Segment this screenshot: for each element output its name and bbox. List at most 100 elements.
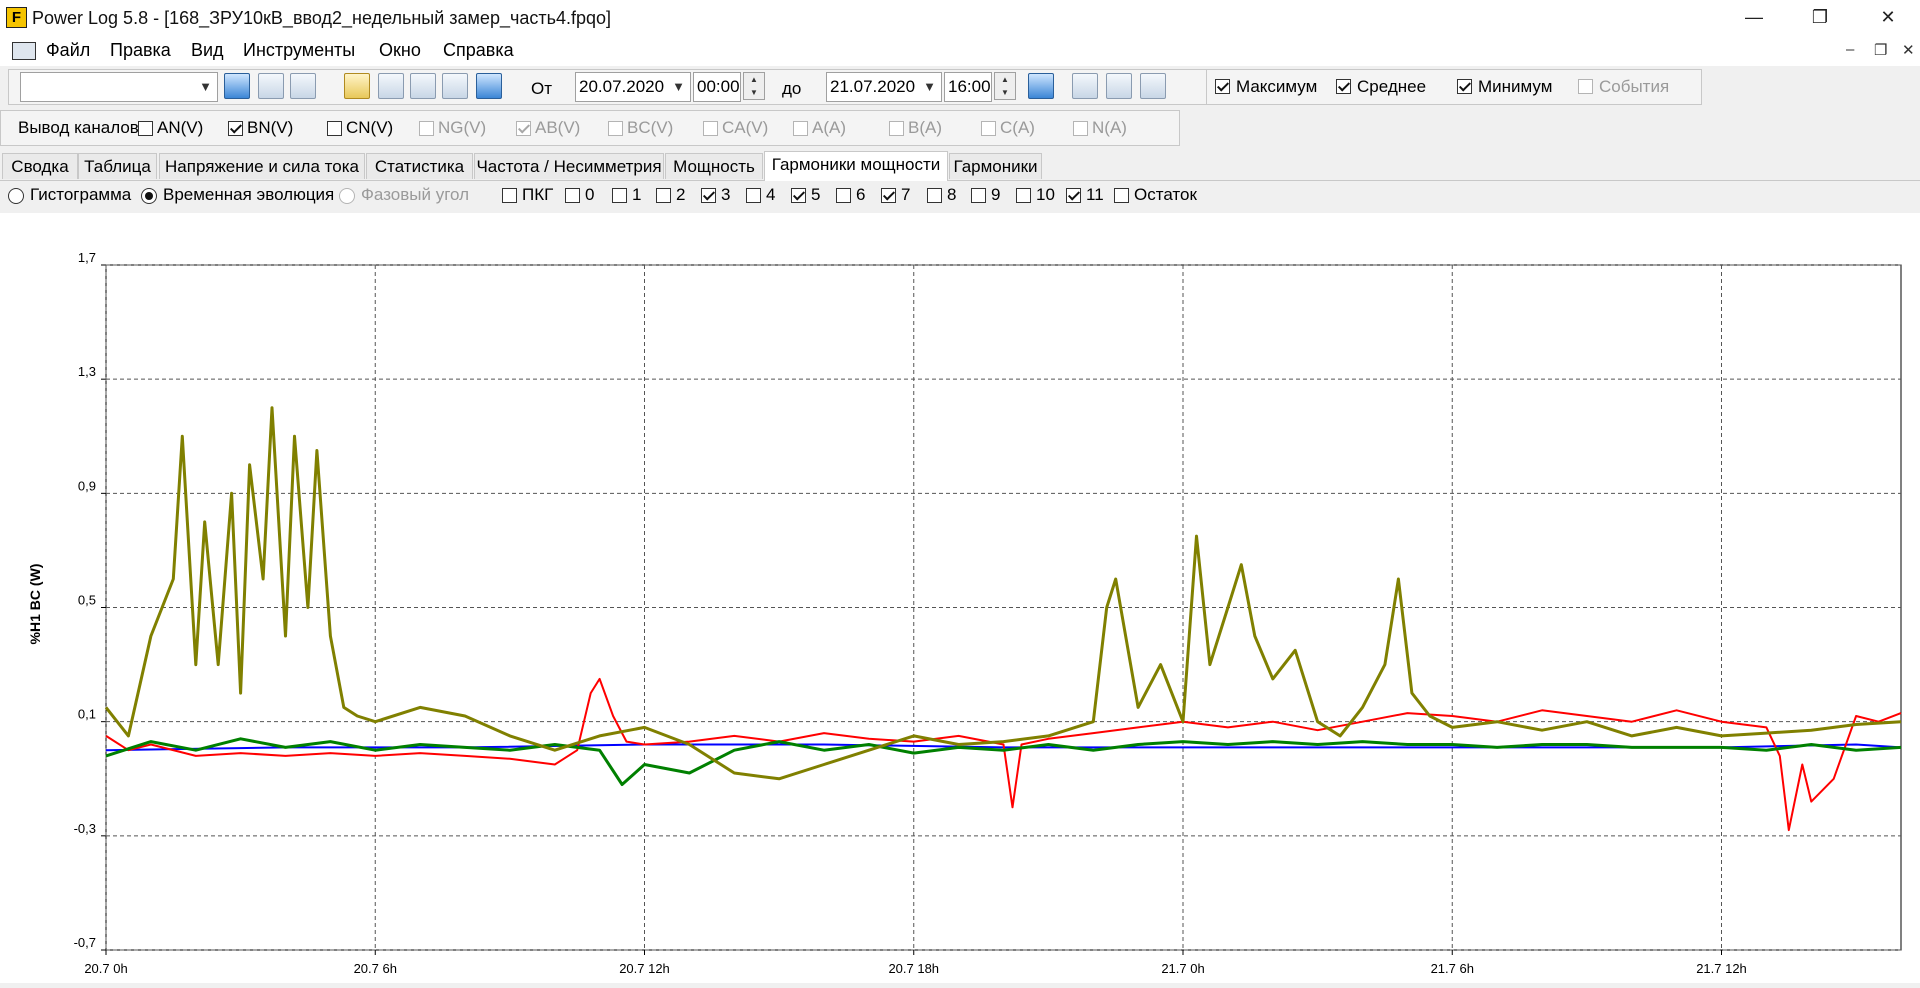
menu-edit[interactable]: Правка bbox=[110, 40, 171, 61]
channel-na-checkbox[interactable] bbox=[1073, 121, 1088, 136]
view-option-radio-3[interactable] bbox=[339, 188, 355, 204]
harmonic-1-checkbox[interactable] bbox=[612, 188, 627, 203]
channel-cav-checkbox[interactable] bbox=[703, 121, 718, 136]
harmonic-pkg-checkbox[interactable] bbox=[502, 188, 517, 203]
channel-ba-checkbox[interactable] bbox=[889, 121, 904, 136]
tab-7[interactable]: Гармоники мощности bbox=[764, 151, 948, 181]
maximum-label: Максимум bbox=[1236, 77, 1318, 96]
apply-range-icon[interactable] bbox=[1028, 73, 1054, 99]
average-checkbox[interactable] bbox=[1336, 79, 1351, 94]
print-icon[interactable] bbox=[410, 73, 436, 99]
menu-help[interactable]: Справка bbox=[443, 40, 514, 61]
tab-3[interactable]: Напряжение и сила тока bbox=[159, 153, 365, 179]
harmonic-remainder-checkbox[interactable] bbox=[1114, 188, 1129, 203]
preset-dropdown[interactable]: ▼ bbox=[20, 72, 218, 102]
harmonic-0-label: 0 bbox=[585, 185, 595, 204]
mdi-close-button[interactable]: ✕ bbox=[1902, 41, 1915, 59]
harmonic-6-label: 6 bbox=[856, 185, 866, 204]
channel-ca-label: C(A) bbox=[1000, 118, 1035, 137]
channel-bnv-label: BN(V) bbox=[247, 118, 294, 137]
harmonic-remainder-label: Остаток bbox=[1134, 185, 1197, 204]
channel-ca-checkbox[interactable] bbox=[981, 121, 996, 136]
harmonic-8-checkbox[interactable] bbox=[927, 188, 942, 203]
zoom-in-icon[interactable] bbox=[1072, 73, 1098, 99]
tab-5[interactable]: Частота / Несимметрия bbox=[474, 153, 664, 179]
harmonic-8-label: 8 bbox=[947, 185, 957, 204]
channel-bcv-checkbox[interactable] bbox=[608, 121, 623, 136]
y-tick-label: 0,1 bbox=[78, 707, 96, 722]
harmonic-3-checkbox[interactable] bbox=[701, 188, 716, 203]
mdi-minimize-button[interactable]: – bbox=[1846, 41, 1854, 58]
minimum-label: Минимум bbox=[1478, 77, 1553, 96]
download-icon[interactable] bbox=[224, 73, 250, 99]
mdi-restore-button[interactable]: ❐ bbox=[1874, 41, 1887, 59]
tab-6[interactable]: Мощность bbox=[665, 153, 763, 179]
events-checkbox[interactable] bbox=[1578, 79, 1593, 94]
channel-bnv-checkbox[interactable] bbox=[228, 121, 243, 136]
harmonic-10-label: 10 bbox=[1036, 185, 1055, 204]
channel-na-label: N(A) bbox=[1092, 118, 1127, 137]
view-option-label-1: Гистограмма bbox=[30, 185, 132, 204]
x-tick-label: 20.7 12h bbox=[619, 961, 670, 976]
to-time-field[interactable]: 16:00 bbox=[944, 72, 992, 102]
tab-8[interactable]: Гармоники bbox=[949, 153, 1042, 179]
save-icon[interactable] bbox=[378, 73, 404, 99]
harmonic-6-checkbox[interactable] bbox=[836, 188, 851, 203]
channel-aa-label: A(A) bbox=[812, 118, 846, 137]
tab-1[interactable]: Сводка bbox=[2, 153, 78, 179]
harmonic-2-checkbox[interactable] bbox=[656, 188, 671, 203]
minimize-button[interactable]: — bbox=[1734, 4, 1774, 30]
tab-4[interactable]: Статистика bbox=[366, 153, 473, 179]
tab-2[interactable]: Таблица bbox=[78, 153, 157, 179]
y-tick-label: 1,7 bbox=[78, 250, 96, 265]
zoom-reset-icon[interactable] bbox=[1140, 73, 1166, 99]
view-option-radio-1[interactable] bbox=[8, 188, 24, 204]
restore-button[interactable]: ❐ bbox=[1800, 4, 1840, 30]
channel-abv-checkbox[interactable] bbox=[516, 121, 531, 136]
harmonic-5-checkbox[interactable] bbox=[791, 188, 806, 203]
harmonic-9-checkbox[interactable] bbox=[971, 188, 986, 203]
menu-window[interactable]: Окно bbox=[379, 40, 421, 61]
channel-cav-label: CA(V) bbox=[722, 118, 769, 137]
channel-abv-label: AB(V) bbox=[535, 118, 581, 137]
harmonic-10-checkbox[interactable] bbox=[1016, 188, 1031, 203]
from-time-spinner[interactable]: ▲ ▼ bbox=[743, 72, 765, 100]
menu-tools[interactable]: Инструменты bbox=[243, 40, 355, 61]
copy-icon[interactable] bbox=[258, 73, 284, 99]
channel-aa-checkbox[interactable] bbox=[793, 121, 808, 136]
chevron-down-icon: ▼ bbox=[923, 79, 936, 94]
harmonic-7-checkbox[interactable] bbox=[881, 188, 896, 203]
channel-ngv-checkbox[interactable] bbox=[419, 121, 434, 136]
harmonic-4-checkbox[interactable] bbox=[746, 188, 761, 203]
from-date-picker[interactable]: 20.07.2020 ▼ bbox=[575, 72, 691, 102]
to-date-picker[interactable]: 21.07.2020 ▼ bbox=[826, 72, 942, 102]
harmonic-power-chart[interactable]: 1,7 1,3 0,9 0,5 0,1 -0,3 -0,7 20.7 0h 20.7 6h 20.… bbox=[0, 213, 1920, 983]
chevron-down-icon: ▼ bbox=[672, 79, 685, 94]
channels-label: Вывод каналов bbox=[18, 118, 139, 137]
channel-ngv-label: NG(V) bbox=[438, 118, 487, 137]
chart-panel[interactable]: 1,7 1,3 0,9 0,5 0,1 -0,3 -0,7 20.7 0h 20.7 6h 20.… bbox=[0, 213, 1920, 983]
minimum-checkbox[interactable] bbox=[1457, 79, 1472, 94]
menu-file[interactable]: Файл bbox=[46, 40, 90, 61]
from-time-field[interactable]: 00:00 bbox=[693, 72, 741, 102]
document-icon[interactable] bbox=[12, 42, 36, 60]
report-icon[interactable] bbox=[442, 73, 468, 99]
x-tick-label: 20.7 0h bbox=[84, 961, 127, 976]
close-button[interactable]: ✕ bbox=[1868, 4, 1908, 30]
view-option-radio-2[interactable] bbox=[141, 188, 157, 204]
channel-anv-checkbox[interactable] bbox=[138, 121, 153, 136]
channel-cnv-checkbox[interactable] bbox=[327, 121, 342, 136]
channel-ba-label: B(A) bbox=[908, 118, 942, 137]
harmonic-0-checkbox[interactable] bbox=[565, 188, 580, 203]
chevron-down-icon: ▼ bbox=[199, 79, 212, 94]
maximum-checkbox[interactable] bbox=[1215, 79, 1230, 94]
x-tick-label: 20.7 6h bbox=[354, 961, 397, 976]
to-time-spinner[interactable]: ▲ ▼ bbox=[994, 72, 1016, 100]
harmonic-11-label: 11 bbox=[1086, 185, 1104, 204]
harmonic-7-label: 7 bbox=[901, 185, 911, 204]
open-folder-icon[interactable] bbox=[344, 73, 370, 99]
zoom-out-icon[interactable] bbox=[1106, 73, 1132, 99]
menu-view[interactable]: Вид bbox=[191, 40, 224, 61]
harmonic-11-checkbox[interactable] bbox=[1066, 188, 1081, 203]
export-icon[interactable] bbox=[476, 73, 502, 99]
